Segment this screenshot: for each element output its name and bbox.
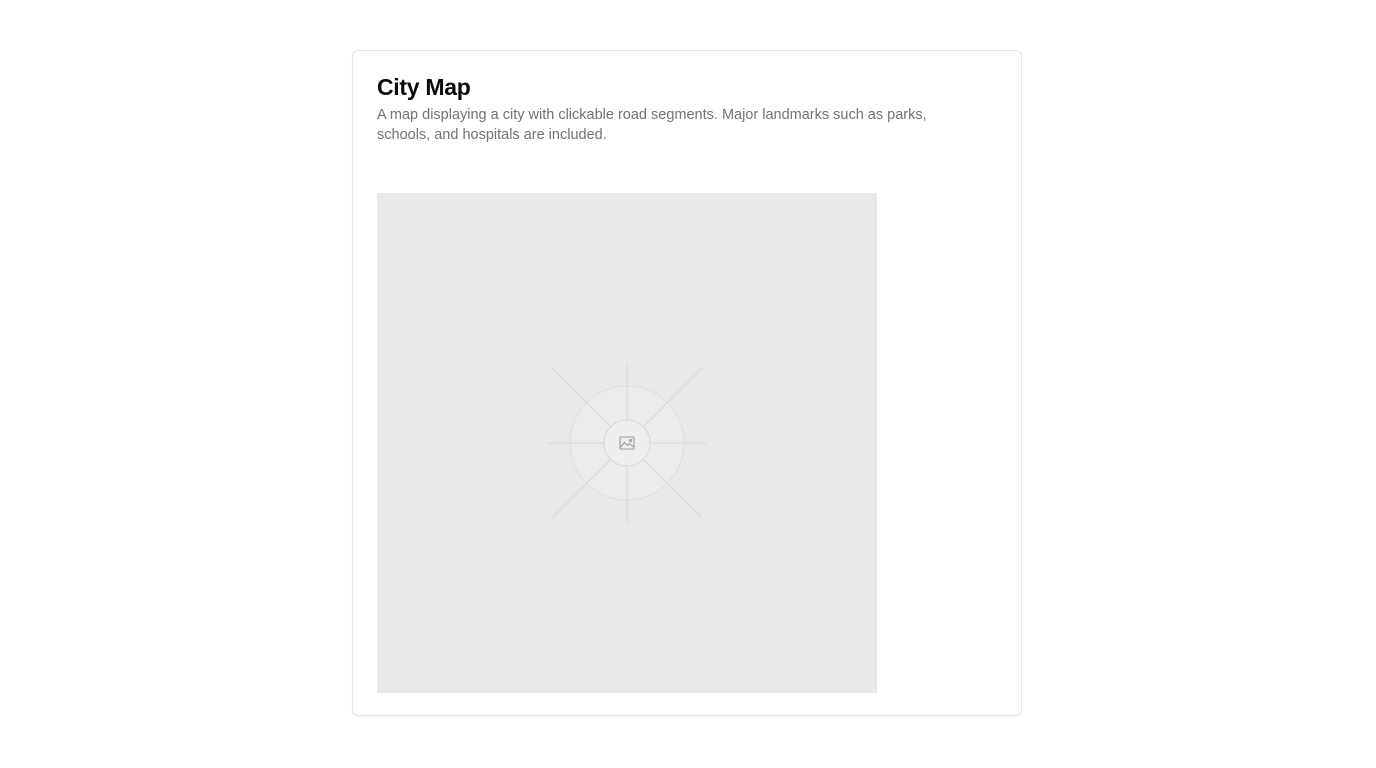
image-placeholder	[547, 363, 707, 523]
city-map-card: City Map A map displaying a city with cl…	[352, 50, 1022, 716]
card-title: City Map	[377, 74, 471, 100]
city-map[interactable]	[377, 193, 877, 693]
card-description: A map displaying a city with clickable r…	[377, 107, 927, 143]
